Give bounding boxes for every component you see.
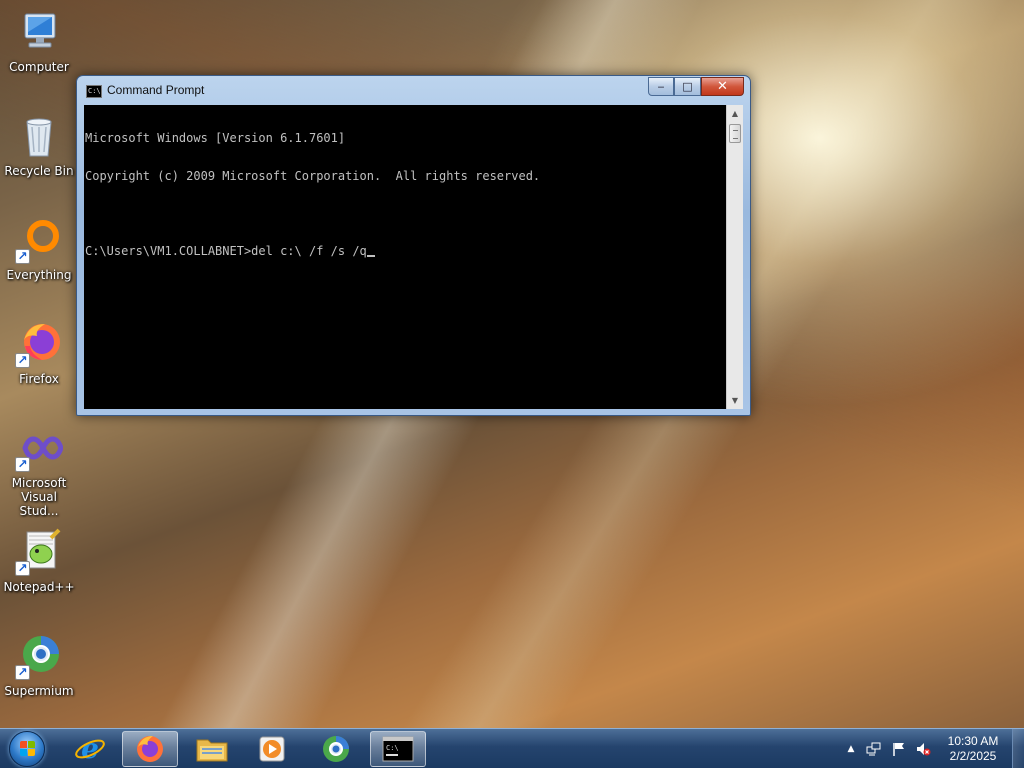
network-icon[interactable] bbox=[866, 741, 882, 757]
start-orb bbox=[9, 731, 45, 767]
command-prompt-icon: C:\ bbox=[382, 736, 414, 762]
recycle-bin-icon bbox=[15, 112, 63, 160]
everything-icon: ↗ bbox=[15, 216, 63, 264]
command-prompt-icon: C:\ bbox=[86, 85, 102, 98]
action-center-flag-icon[interactable] bbox=[891, 741, 907, 757]
text-cursor bbox=[366, 246, 375, 257]
window-controls: ‒ □ ✕ bbox=[648, 77, 744, 96]
volume-muted-icon[interactable] bbox=[915, 741, 931, 757]
computer-icon bbox=[15, 8, 63, 56]
desktop-icon-label: Computer bbox=[9, 60, 69, 74]
console-output[interactable]: Microsoft Windows [Version 6.1.7601] Cop… bbox=[84, 105, 726, 409]
console-command[interactable]: del c:\ /f /s /q bbox=[251, 244, 367, 258]
file-explorer-icon bbox=[196, 739, 228, 762]
svg-text:C:\: C:\ bbox=[386, 744, 399, 752]
desktop-icon-label: Recycle Bin bbox=[4, 164, 74, 178]
windows-logo-icon bbox=[20, 741, 36, 757]
clock[interactable]: 10:30 AM 2/2/2025 bbox=[938, 734, 1008, 764]
internet-explorer-icon: e bbox=[75, 733, 105, 765]
shortcut-arrow-icon: ↗ bbox=[15, 561, 30, 576]
console-line: Microsoft Windows [Version 6.1.7601] bbox=[85, 131, 346, 145]
desktop-icon-everything[interactable]: ↗ Everything bbox=[2, 210, 76, 302]
maximize-button[interactable]: □ bbox=[674, 77, 701, 96]
scroll-up-arrow-icon[interactable]: ▲ bbox=[727, 105, 743, 122]
taskbar-media-player[interactable] bbox=[244, 731, 300, 767]
visual-studio-icon: ↗ bbox=[15, 424, 64, 472]
scroll-down-arrow-icon[interactable]: ▼ bbox=[727, 392, 743, 409]
desktop-icon-visual-studio[interactable]: ↗ Microsoft Visual Stud... bbox=[2, 418, 76, 518]
shortcut-arrow-icon: ↗ bbox=[15, 353, 30, 368]
console-line: Copyright (c) 2009 Microsoft Corporation… bbox=[85, 168, 541, 183]
window-titlebar[interactable]: C:\ Command Prompt ‒ □ ✕ bbox=[77, 76, 750, 106]
taskbar-firefox[interactable] bbox=[122, 731, 178, 767]
show-desktop-button[interactable] bbox=[1012, 729, 1024, 768]
notepadpp-icon: ↗ bbox=[15, 528, 63, 576]
clock-date: 2/2/2025 bbox=[949, 749, 997, 763]
desktop-icon-label: Firefox bbox=[19, 372, 59, 386]
desktop-icon-label: Supermium bbox=[4, 684, 74, 698]
desktop-icon-recycle-bin[interactable]: Recycle Bin bbox=[2, 106, 76, 198]
media-player-icon bbox=[259, 736, 285, 762]
show-hidden-icons-button[interactable]: ▲ bbox=[843, 741, 859, 757]
taskbar-internet-explorer[interactable]: e bbox=[62, 731, 118, 767]
desktop-icon-firefox[interactable]: ↗ Firefox bbox=[2, 314, 76, 406]
supermium-icon: ↗ bbox=[15, 632, 63, 680]
taskbar: e C:\ ▲ 10:30 AM 2/2/2025 bbox=[0, 728, 1024, 768]
scrollbar-thumb[interactable] bbox=[729, 124, 741, 143]
console-input-line[interactable]: C:\Users\VM1.COLLABNET>del c:\ /f /s /q bbox=[85, 243, 725, 258]
desktop-icon-label: Microsoft Visual Stud... bbox=[11, 476, 67, 518]
close-button[interactable]: ✕ bbox=[701, 77, 744, 96]
svg-text:e: e bbox=[81, 733, 99, 765]
shortcut-arrow-icon: ↗ bbox=[15, 249, 30, 264]
firefox-icon: ↗ bbox=[15, 320, 63, 368]
desktop-icon-computer[interactable]: Computer bbox=[2, 2, 76, 94]
minimize-button[interactable]: ‒ bbox=[648, 77, 674, 96]
desktop-icon-notepadpp[interactable]: ↗ Notepad++ bbox=[2, 522, 76, 614]
command-prompt-window[interactable]: C:\ Command Prompt ‒ □ ✕ Microsoft Windo… bbox=[76, 75, 751, 416]
supermium-icon bbox=[323, 736, 349, 762]
start-button[interactable] bbox=[4, 730, 50, 768]
taskbar-file-explorer[interactable] bbox=[184, 731, 240, 767]
desktop-icon-label: Everything bbox=[6, 268, 72, 282]
shortcut-arrow-icon: ↗ bbox=[15, 457, 30, 472]
desktop-icon-label: Notepad++ bbox=[3, 580, 75, 594]
shortcut-arrow-icon: ↗ bbox=[15, 665, 30, 680]
firefox-icon bbox=[137, 736, 163, 762]
window-title: Command Prompt bbox=[107, 83, 205, 97]
taskbar-supermium[interactable] bbox=[308, 731, 364, 767]
console-prompt: C:\Users\VM1.COLLABNET> bbox=[85, 243, 252, 258]
desktop-icon-supermium[interactable]: ↗ Supermium bbox=[2, 626, 76, 718]
clock-time: 10:30 AM bbox=[947, 734, 999, 748]
taskbar-command-prompt[interactable]: C:\ bbox=[370, 731, 426, 767]
vertical-scrollbar[interactable]: ▲ ▼ bbox=[726, 105, 743, 409]
